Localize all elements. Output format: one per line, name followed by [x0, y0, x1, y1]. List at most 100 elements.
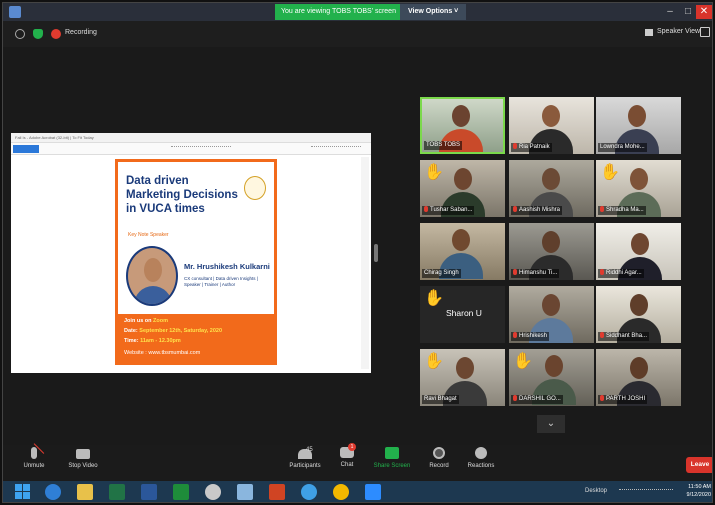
stop-video-button[interactable]: Stop Video [63, 447, 103, 469]
meeting-top-bar: Recording Speaker View [3, 21, 712, 47]
poster-website: Website : www.tbsmumbai.com [124, 350, 201, 356]
next-page-chevron-icon[interactable]: ⌄ [537, 415, 565, 433]
participant-tile[interactable]: ✋ Tushar Saban... [420, 160, 505, 217]
participant-tile[interactable]: Hrishikesh [509, 286, 594, 343]
share-screen-button[interactable]: Share Screen [371, 447, 413, 469]
participant-tile[interactable]: Siddhant Bha... [596, 286, 681, 343]
windows-start-icon[interactable] [15, 484, 31, 500]
participant-head [630, 294, 648, 316]
participant-tile[interactable]: Himanshu Ti... [509, 223, 594, 280]
participant-tile[interactable]: Chirag Singh [420, 223, 505, 280]
desktop-toolbar-label[interactable]: Desktop [585, 488, 607, 494]
participant-name: Hrishikesh [511, 332, 550, 341]
participant-name: Chirag Singh [422, 269, 461, 278]
participant-tile[interactable]: ✋ Shradha Ma... [596, 160, 681, 217]
share-screen-label: Share Screen [373, 463, 411, 469]
participant-tile[interactable]: Lowndra Mohe... [596, 97, 681, 154]
close-button[interactable]: ✕ [696, 5, 712, 19]
participants-button[interactable]: 45 Participants [283, 447, 327, 469]
participants-count: 45 [306, 447, 313, 453]
taskbar-clock[interactable]: 11:50 AM 9/12/2020 [681, 483, 711, 499]
split-resize-handle[interactable] [374, 244, 378, 262]
participant-tile[interactable]: PARTH JOSHI [596, 349, 681, 406]
video-camera-icon [76, 449, 90, 459]
system-tray-icons[interactable] [619, 489, 673, 496]
participant-tile[interactable]: TOBS TOBS [420, 97, 505, 154]
muted-mic-icon [600, 206, 604, 212]
participant-tile[interactable]: Aashish Mishra [509, 160, 594, 217]
participant-tile[interactable]: ✋ Ravi Bhagat [420, 349, 505, 406]
join-prefix: Join us on [124, 318, 152, 324]
institute-logo-icon [244, 176, 266, 200]
powerpoint-icon[interactable] [269, 484, 285, 500]
poster-speaker-name: Mr. Hrushikesh Kulkarni [184, 262, 270, 271]
participant-head [631, 233, 649, 255]
word-icon[interactable] [141, 484, 157, 500]
participant-tile[interactable]: ✋ DARSHIL GO... [509, 349, 594, 406]
participant-head [628, 105, 646, 127]
participant-name-text: Himanshu Ti... [519, 270, 558, 276]
participant-name: Shradha Ma... [598, 206, 646, 215]
participant-name-text: Riddhi Agar... [606, 270, 642, 276]
participant-head [542, 105, 560, 127]
meeting-info-icon[interactable] [15, 29, 25, 39]
participant-head [542, 168, 560, 190]
speaker-view-button[interactable]: Speaker View [645, 28, 700, 36]
viewing-screen-banner: You are viewing TOBS TOBS' screen [275, 4, 402, 20]
participant-name: Sharon U [446, 308, 482, 318]
title-bar: You are viewing TOBS TOBS' screen View O… [3, 3, 712, 21]
unmute-label: Unmute [23, 463, 45, 469]
participant-name: Ria Patnaik [511, 143, 552, 152]
excel-icon[interactable] [109, 484, 125, 500]
chat-label: Chat [340, 462, 354, 468]
chat-button[interactable]: 1 Chat [335, 443, 359, 468]
fullscreen-icon[interactable] [700, 27, 710, 37]
reactions-smiley-icon [475, 447, 487, 459]
zoom-app-icon [9, 6, 21, 18]
participant-name: DARSHIL GO... [511, 395, 563, 404]
chrome-icon[interactable] [333, 484, 349, 500]
windows-taskbar: Desktop 11:50 AM 9/12/2020 [3, 481, 712, 502]
view-options-button[interactable]: View Options ˅ [400, 4, 467, 20]
media-player-icon[interactable] [205, 484, 221, 500]
maximize-button[interactable]: □ [679, 5, 697, 19]
speaker-photo-shirt [134, 286, 172, 304]
encryption-shield-icon[interactable] [33, 29, 43, 39]
paint-icon[interactable] [237, 484, 253, 500]
leave-button[interactable]: Leave [686, 457, 712, 473]
date-label: Date: [124, 328, 138, 334]
browser-icon[interactable] [301, 484, 317, 500]
edge-browser-icon[interactable] [45, 484, 61, 500]
minimize-button[interactable]: – [661, 5, 679, 19]
participant-head [542, 231, 560, 253]
reactions-button[interactable]: Reactions [463, 447, 499, 469]
muted-mic-icon [424, 206, 428, 212]
raised-hand-icon: ✋ [513, 353, 533, 370]
unmute-button[interactable]: Unmute [17, 447, 51, 469]
participant-tile[interactable]: Ria Patnaik [509, 97, 594, 154]
participant-tile[interactable]: Riddhi Agar... [596, 223, 681, 280]
clock-time: 11:50 AM [688, 484, 711, 490]
muted-mic-icon [513, 269, 517, 275]
zoom-taskbar-icon[interactable] [365, 484, 381, 500]
file-explorer-icon[interactable] [77, 484, 93, 500]
participant-tile[interactable]: ✋ Sharon U [420, 286, 505, 343]
muted-mic-icon [513, 395, 517, 401]
participant-name-text: PARTH JOSHI [606, 396, 646, 402]
speaker-photo [126, 246, 178, 306]
poster-join-line: Join us on Zoom [124, 318, 168, 324]
calculator-icon[interactable] [173, 484, 189, 500]
shared-window-titlebar: Fall Is - Adobe Acrobat (32-bit) | To Fi… [11, 133, 371, 143]
time-label: Time: [124, 338, 139, 344]
recording-icon [51, 29, 61, 39]
shared-screen: Fall Is - Adobe Acrobat (32-bit) | To Fi… [11, 133, 371, 373]
clock-date: 9/12/2020 [686, 492, 711, 498]
participant-head [452, 105, 470, 127]
poster-title: Data driven Marketing Decisions in VUCA … [126, 175, 238, 215]
record-button[interactable]: Record [425, 447, 453, 469]
participant-head [630, 357, 648, 379]
shared-window-title: Fall Is - Adobe Acrobat (32-bit) | To Fi… [15, 135, 94, 140]
participant-name: Siddhant Bha... [598, 332, 650, 341]
participant-name-text: Hrishikesh [519, 333, 548, 339]
poster-details-band: Join us on Zoom Date: September 12th, Sa… [118, 314, 274, 362]
